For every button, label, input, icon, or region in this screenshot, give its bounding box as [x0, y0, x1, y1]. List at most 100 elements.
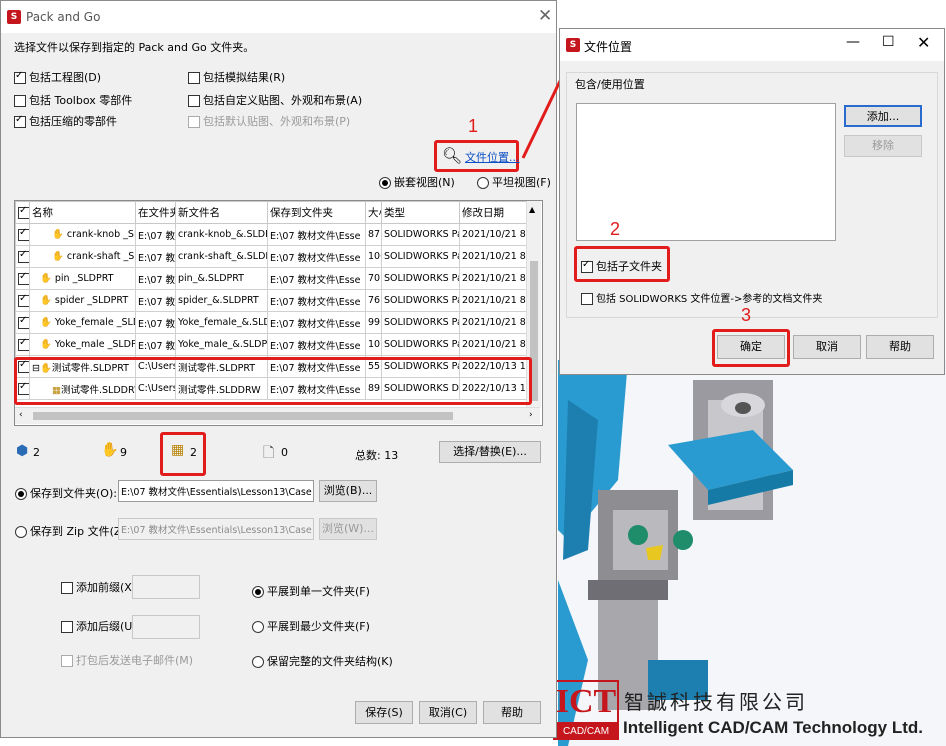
- part-count: 9: [120, 446, 127, 459]
- remove-button: 移除: [844, 135, 922, 157]
- table-row[interactable]: ✋ Yoke_male _SLDPRTE:\07 教Yoke_male_&.SL…: [15, 333, 528, 356]
- option-include-toolbox[interactable]: 包括 Toolbox 零部件: [14, 92, 132, 108]
- help-button[interactable]: 帮助: [866, 335, 934, 359]
- table-row[interactable]: ✋ spider _SLDPRT E:\07 教spider_&.SLDPRTE:…: [15, 289, 528, 312]
- option-include-custom-decals[interactable]: 包括自定义贴图、外观和布景(A): [188, 92, 362, 108]
- checkbox-icon[interactable]: [18, 293, 29, 307]
- checkbox-icon[interactable]: [188, 95, 200, 107]
- cell-save-to[interactable]: E:\07 教材文件\Esse: [267, 245, 366, 268]
- maximize-icon[interactable]: ☐: [882, 34, 895, 50]
- add-button[interactable]: 添加...: [844, 105, 922, 127]
- company-logo: ICT CAD/CAM: [553, 680, 619, 742]
- cancel-button[interactable]: 取消(C): [419, 701, 477, 724]
- checkbox-icon[interactable]: [18, 315, 29, 329]
- file-location-link[interactable]: 文件位置...: [465, 149, 520, 165]
- radio-icon[interactable]: [15, 488, 27, 500]
- minimize-icon[interactable]: —: [846, 34, 860, 50]
- table-row[interactable]: ✋ Yoke_female _SLDPRTE:\07 教Yoke_female_…: [15, 311, 528, 334]
- table-row[interactable]: ✋ pin _SLDPRT E:\07 教pin_&.SLDPRTE:\07 教材…: [15, 267, 528, 290]
- keep-structure-radio[interactable]: 保留完整的文件夹结构(K): [252, 653, 393, 669]
- cell-save-to[interactable]: E:\07 教材文件\Esse: [267, 311, 366, 334]
- option-include-simulation[interactable]: 包括模拟结果(R): [188, 69, 285, 85]
- save-button[interactable]: 保存(S): [355, 701, 413, 724]
- select-replace-button[interactable]: 选择/替换(E)...: [439, 441, 541, 463]
- include-sw-locations-option[interactable]: 包括 SOLIDWORKS 文件位置->参考的文档文件夹: [581, 290, 822, 305]
- horizontal-scrollbar[interactable]: ‹ ›: [15, 407, 540, 424]
- cell-new-name[interactable]: Yoke_female_&.SLDP: [175, 311, 268, 334]
- search-icon[interactable]: 🔍︎: [442, 146, 462, 165]
- save-to-folder-radio[interactable]: 保存到文件夹(O):: [15, 485, 117, 501]
- checkbox-icon[interactable]: [61, 621, 73, 633]
- cell-save-to[interactable]: E:\07 教材文件\Esse: [267, 333, 366, 356]
- column-header[interactable]: 名称: [29, 201, 136, 224]
- radio-icon[interactable]: [252, 621, 264, 633]
- cell-size: 70: [365, 267, 382, 290]
- radio-label: 平展到最少文件夹(F): [267, 620, 370, 633]
- scroll-up-icon[interactable]: ▲: [529, 205, 535, 214]
- option-include-drawings[interactable]: 包括工程图(D): [14, 69, 101, 85]
- save-folder-field[interactable]: E:\07 教材文件\Essentials\Lesson13\Case Stu: [118, 480, 314, 502]
- option-label: 添加前缀(X):: [76, 581, 140, 594]
- help-button[interactable]: 帮助: [483, 701, 541, 724]
- column-header[interactable]: 大小: [365, 201, 382, 224]
- checkbox-icon[interactable]: [18, 227, 29, 241]
- close-icon[interactable]: ✕: [538, 6, 552, 26]
- radio-icon[interactable]: [252, 586, 264, 598]
- ok-button[interactable]: 确定: [717, 335, 785, 359]
- checkbox-icon[interactable]: [188, 72, 200, 84]
- checkbox-icon[interactable]: [581, 293, 593, 305]
- table-row[interactable]: ✋ crank-shaft _SLDPRTE:\07 教crank-shaft_…: [15, 245, 528, 268]
- save-to-zip-radio[interactable]: 保存到 Zip 文件(Z):: [15, 523, 129, 539]
- part-icon: ✋: [40, 339, 52, 350]
- radio-icon[interactable]: [15, 526, 27, 538]
- include-subfolders-option[interactable]: 包括子文件夹: [581, 258, 662, 274]
- cell-save-to[interactable]: E:\07 教材文件\Esse: [267, 289, 366, 312]
- column-header[interactable]: 保存到文件夹: [267, 201, 366, 224]
- radio-icon[interactable]: [379, 177, 391, 189]
- cell-new-name[interactable]: Yoke_male_&.SLDPR: [175, 333, 268, 356]
- cell-save-to[interactable]: E:\07 教材文件\Esse: [267, 267, 366, 290]
- close-icon[interactable]: ✕: [917, 33, 930, 52]
- checkbox-icon[interactable]: [18, 271, 29, 285]
- assembly-count: 2: [33, 446, 40, 459]
- view-flat-radio[interactable]: 平坦视图(F): [477, 174, 551, 190]
- logo-ict-text: ICT: [553, 680, 619, 724]
- scrollbar-thumb[interactable]: [33, 412, 453, 420]
- radio-icon[interactable]: [477, 177, 489, 189]
- column-header[interactable]: 新文件名: [175, 201, 268, 224]
- scroll-right-icon[interactable]: ›: [529, 410, 533, 420]
- cell-new-name[interactable]: crank-shaft_&.SLDP: [175, 245, 268, 268]
- radio-icon[interactable]: [252, 656, 264, 668]
- cell-new-name[interactable]: spider_&.SLDPRT: [175, 289, 268, 312]
- view-nested-radio[interactable]: 嵌套视图(N): [379, 174, 455, 190]
- cancel-button[interactable]: 取消: [793, 335, 861, 359]
- checkbox-icon[interactable]: [581, 259, 593, 273]
- checkbox-icon[interactable]: [14, 114, 26, 128]
- cell-date: 2021/10/21 8:33: [459, 289, 528, 312]
- cell-folder: E:\07 教: [135, 311, 176, 334]
- header-checkbox[interactable]: [15, 201, 30, 224]
- cell-new-name[interactable]: crank-knob_&.SLDPR: [175, 223, 268, 246]
- checkbox-icon[interactable]: [18, 205, 29, 219]
- column-header[interactable]: 在文件夹: [135, 201, 176, 224]
- cell-new-name[interactable]: pin_&.SLDPRT: [175, 267, 268, 290]
- cell-save-to[interactable]: E:\07 教材文件\Esse: [267, 223, 366, 246]
- checkbox-icon: [188, 116, 200, 128]
- column-header[interactable]: 修改日期: [459, 201, 528, 224]
- flatten-min-radio[interactable]: 平展到最少文件夹(F): [252, 618, 370, 634]
- add-suffix-option[interactable]: 添加后缀(U):: [61, 618, 140, 634]
- scroll-left-icon[interactable]: ‹: [19, 410, 23, 420]
- flatten-single-radio[interactable]: 平展到单一文件夹(F): [252, 583, 370, 599]
- column-header[interactable]: 类型: [381, 201, 460, 224]
- checkbox-icon[interactable]: [18, 337, 29, 351]
- checkbox-icon[interactable]: [14, 95, 26, 107]
- browse-folder-button[interactable]: 浏览(B)...: [319, 480, 377, 502]
- checkbox-icon[interactable]: [14, 70, 26, 84]
- add-prefix-option[interactable]: 添加前缀(X):: [61, 579, 140, 595]
- option-include-suppressed[interactable]: 包括压缩的零部件: [14, 113, 117, 129]
- table-row[interactable]: ✋ crank-knob _SLDPRTE:\07 教crank-knob_&.…: [15, 223, 528, 246]
- checkbox-icon[interactable]: [18, 249, 29, 263]
- annotation-number-2: 2: [610, 219, 621, 239]
- other-file-count-icon: 🗋︎: [263, 445, 275, 461]
- checkbox-icon[interactable]: [61, 582, 73, 594]
